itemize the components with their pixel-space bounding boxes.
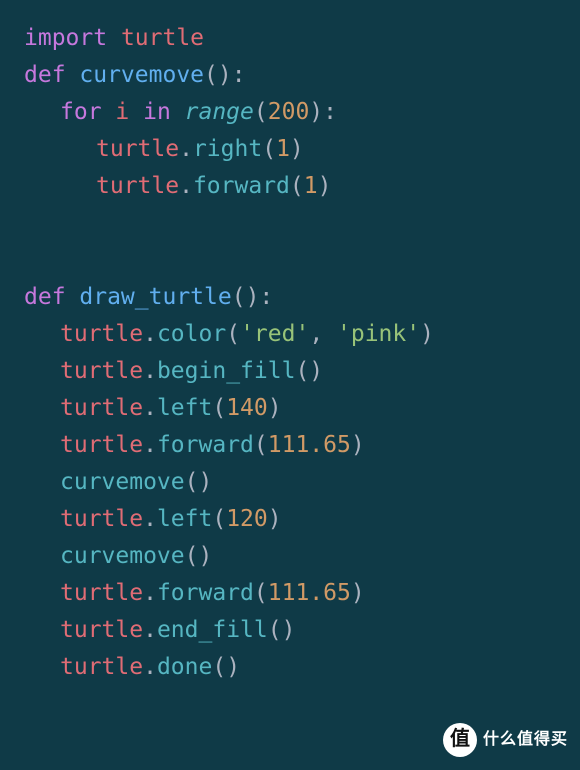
code-token: .: [143, 432, 157, 458]
code-token: 1: [276, 136, 290, 162]
code-token: (: [254, 432, 268, 458]
code-token: ): [351, 432, 365, 458]
code-token: (: [254, 99, 268, 125]
code-line: curvemove(): [24, 464, 580, 501]
code-token: color: [157, 321, 226, 347]
watermark: 值 什么值得买: [443, 721, 568, 758]
code-token: 'pink': [337, 321, 420, 347]
code-token: ):: [309, 99, 337, 125]
code-token: (: [212, 395, 226, 421]
code-token: forward: [157, 580, 254, 606]
code-token: done: [157, 654, 212, 680]
code-line: turtle.left(120): [24, 501, 580, 538]
code-token: .: [179, 136, 193, 162]
code-token: (): [185, 543, 213, 569]
code-line: turtle.done(): [24, 649, 580, 686]
code-token: (: [262, 136, 276, 162]
code-line: turtle.right(1): [24, 131, 580, 168]
code-line: import turtle: [24, 20, 580, 57]
code-token: .: [143, 321, 157, 347]
code-line: turtle.left(140): [24, 390, 580, 427]
code-token: curvemove: [79, 62, 204, 88]
code-token: i: [115, 99, 129, 125]
code-token: .: [143, 358, 157, 384]
code-token: def: [24, 284, 79, 310]
code-token: end_fill: [157, 617, 268, 643]
code-line: [24, 242, 580, 279]
code-token: .: [143, 654, 157, 680]
code-token: (: [290, 173, 304, 199]
code-token: 'red': [240, 321, 309, 347]
code-token: turtle: [60, 580, 143, 606]
code-token: turtle: [60, 395, 143, 421]
code-token: range: [185, 99, 254, 125]
code-line: turtle.forward(111.65): [24, 575, 580, 612]
code-token: left: [157, 395, 212, 421]
code-token: in: [129, 99, 184, 125]
watermark-text: 什么值得买: [483, 721, 568, 758]
code-token: turtle: [121, 25, 204, 51]
code-line: def draw_turtle():: [24, 279, 580, 316]
code-token: for: [60, 99, 115, 125]
code-token: .: [179, 173, 193, 199]
code-token: (: [212, 506, 226, 532]
code-line: turtle.forward(1): [24, 168, 580, 205]
code-token: ): [420, 321, 434, 347]
code-token: (): [212, 654, 240, 680]
code-token: 111.65: [268, 432, 351, 458]
code-token: 1: [304, 173, 318, 199]
code-token: (): [185, 469, 213, 495]
code-line: turtle.end_fill(): [24, 612, 580, 649]
code-token: ): [290, 136, 304, 162]
code-line: turtle.color('red', 'pink'): [24, 316, 580, 353]
code-token: ():: [204, 62, 246, 88]
code-token: turtle: [60, 506, 143, 532]
code-line: turtle.forward(111.65): [24, 427, 580, 464]
code-token: forward: [193, 173, 290, 199]
code-token: ): [268, 395, 282, 421]
code-token: (: [226, 321, 240, 347]
code-token: curvemove: [60, 543, 185, 569]
code-token: 200: [268, 99, 310, 125]
code-token: ): [318, 173, 332, 199]
code-line: for i in range(200):: [24, 94, 580, 131]
code-token: 140: [226, 395, 268, 421]
code-token: turtle: [60, 358, 143, 384]
code-token: ): [268, 506, 282, 532]
code-token: draw_turtle: [79, 284, 231, 310]
code-token: ():: [232, 284, 274, 310]
watermark-badge-icon: 值: [443, 723, 477, 757]
code-token: turtle: [60, 654, 143, 680]
code-line: def curvemove():: [24, 57, 580, 94]
code-token: (): [268, 617, 296, 643]
code-token: turtle: [60, 321, 143, 347]
code-token: 120: [226, 506, 268, 532]
code-token: .: [143, 395, 157, 421]
code-token: .: [143, 580, 157, 606]
code-token: def: [24, 62, 79, 88]
code-line: [24, 205, 580, 242]
code-token: turtle: [60, 617, 143, 643]
code-token: ,: [309, 321, 337, 347]
code-token: left: [157, 506, 212, 532]
code-token: .: [143, 617, 157, 643]
code-token: (: [254, 580, 268, 606]
code-token: ): [351, 580, 365, 606]
code-token: (): [295, 358, 323, 384]
code-line: curvemove(): [24, 538, 580, 575]
code-token: turtle: [60, 432, 143, 458]
code-token: forward: [157, 432, 254, 458]
code-token: 111.65: [268, 580, 351, 606]
code-token: begin_fill: [157, 358, 295, 384]
code-token: right: [193, 136, 262, 162]
code-line: turtle.begin_fill(): [24, 353, 580, 390]
code-token: turtle: [96, 173, 179, 199]
code-token: turtle: [96, 136, 179, 162]
code-editor: import turtledef curvemove():for i in ra…: [0, 0, 580, 686]
code-token: .: [143, 506, 157, 532]
code-token: curvemove: [60, 469, 185, 495]
code-token: import: [24, 25, 121, 51]
